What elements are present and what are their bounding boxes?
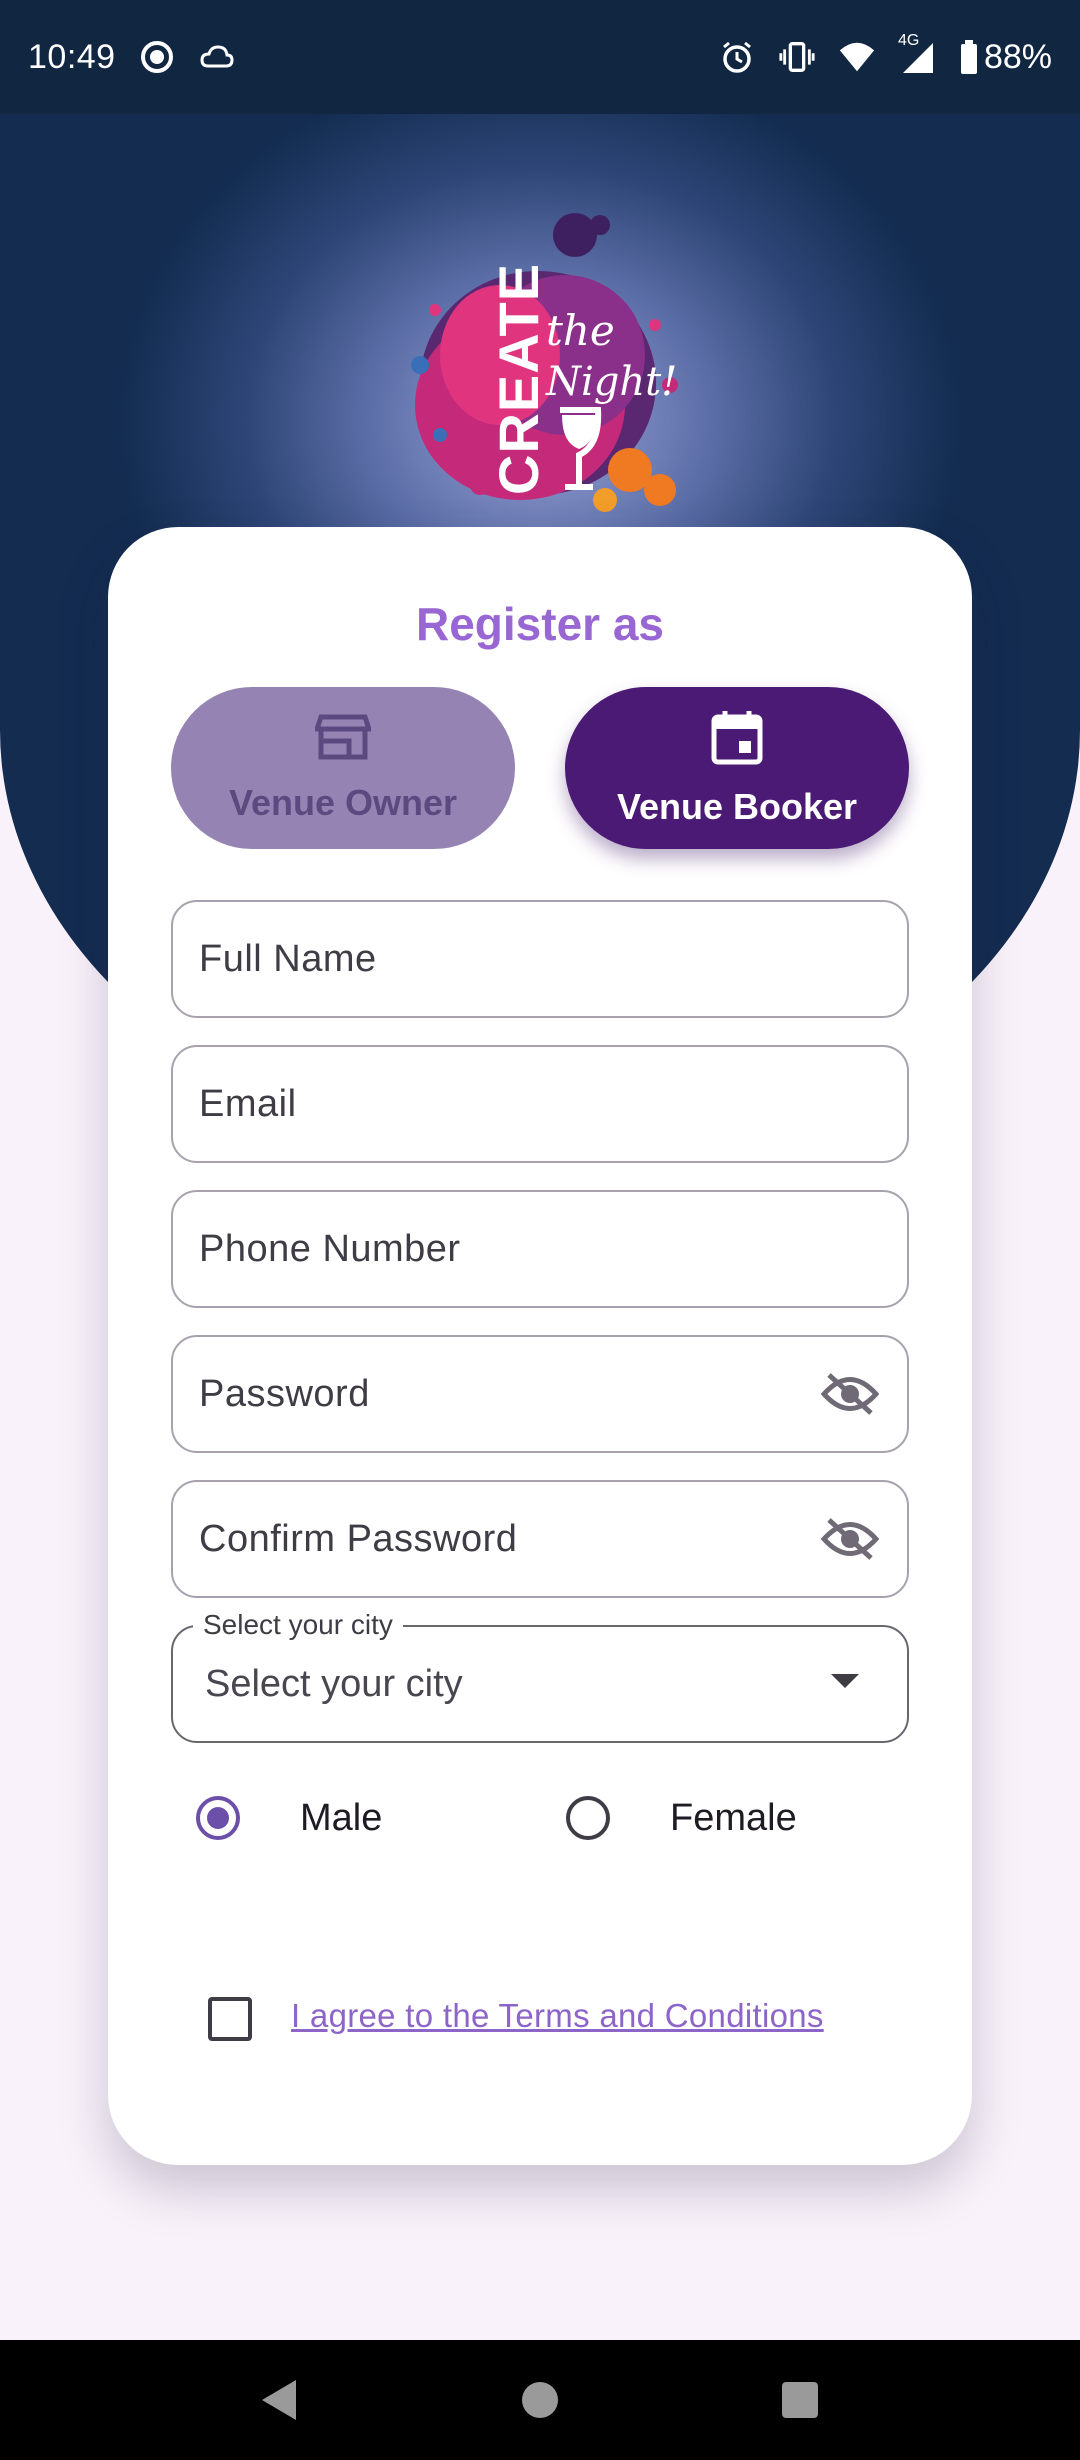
battery-percent: 88% xyxy=(983,37,1052,76)
signal-icon: 4G xyxy=(898,32,936,76)
terms-link[interactable]: I agree to the Terms and Conditions xyxy=(291,1997,824,2035)
confirm-password-placeholder: Confirm Password xyxy=(199,1517,518,1560)
venue-owner-button[interactable]: Venue Owner xyxy=(171,687,515,849)
radio-male[interactable] xyxy=(196,1796,240,1840)
record-icon xyxy=(138,38,176,76)
terms-checkbox[interactable] xyxy=(208,1997,252,2041)
gender-male-label: Male xyxy=(300,1796,383,1839)
confirm-password-field[interactable]: Confirm Password xyxy=(171,1480,909,1598)
logo-night-text: Night! xyxy=(545,359,677,405)
venue-owner-label: Venue Owner xyxy=(228,781,458,823)
navigation-bar xyxy=(0,2340,1080,2460)
password-field[interactable]: Password xyxy=(171,1335,909,1453)
logo-the-text: the xyxy=(546,306,615,355)
network-type: 4G xyxy=(897,32,920,49)
app-logo: CREATE the Night! xyxy=(360,205,720,535)
city-dropdown-label: Select your city xyxy=(193,1609,403,1641)
gender-female-option[interactable]: Female xyxy=(566,1783,797,1853)
dropdown-arrow-icon xyxy=(831,1673,859,1695)
city-dropdown-value: Select your city xyxy=(205,1662,463,1705)
register-card: Register as Venue Owner Venue Booker Ful… xyxy=(108,527,972,2165)
visibility-off-icon[interactable] xyxy=(819,1508,881,1570)
register-title: Register as xyxy=(415,598,664,650)
password-placeholder: Password xyxy=(199,1372,370,1415)
recents-icon[interactable] xyxy=(765,2365,835,2435)
venue-booker-button[interactable]: Venue Booker xyxy=(565,687,909,849)
full-name-placeholder: Full Name xyxy=(199,937,377,980)
full-name-field[interactable]: Full Name xyxy=(171,900,909,1018)
gender-male-option[interactable]: Male xyxy=(196,1783,382,1853)
status-bar: 10:49 4G 88% xyxy=(0,0,1080,114)
battery-icon xyxy=(958,38,980,76)
alarm-icon xyxy=(718,38,756,76)
phone-number-field[interactable]: Phone Number xyxy=(171,1190,909,1308)
gender-female-label: Female xyxy=(670,1796,797,1839)
phone-placeholder: Phone Number xyxy=(199,1227,461,1270)
logo-create-text: CREATE xyxy=(487,263,550,495)
store-icon xyxy=(313,713,373,770)
cloud-icon xyxy=(198,38,236,76)
home-icon[interactable] xyxy=(505,2365,575,2435)
radio-female[interactable] xyxy=(566,1796,610,1840)
venue-booker-label: Venue Booker xyxy=(616,785,858,827)
vibrate-icon xyxy=(778,38,816,76)
register-screen: 10:49 4G 88% CREATE the Night! Register … xyxy=(0,0,1080,2460)
status-time: 10:49 xyxy=(28,37,116,76)
email-field[interactable]: Email xyxy=(171,1045,909,1163)
wifi-icon xyxy=(838,38,876,76)
calendar-icon xyxy=(711,709,763,774)
city-dropdown[interactable]: Select your city Select your city xyxy=(171,1609,909,1743)
email-placeholder: Email xyxy=(199,1082,297,1125)
visibility-off-icon[interactable] xyxy=(819,1363,881,1425)
back-icon[interactable] xyxy=(245,2365,315,2435)
